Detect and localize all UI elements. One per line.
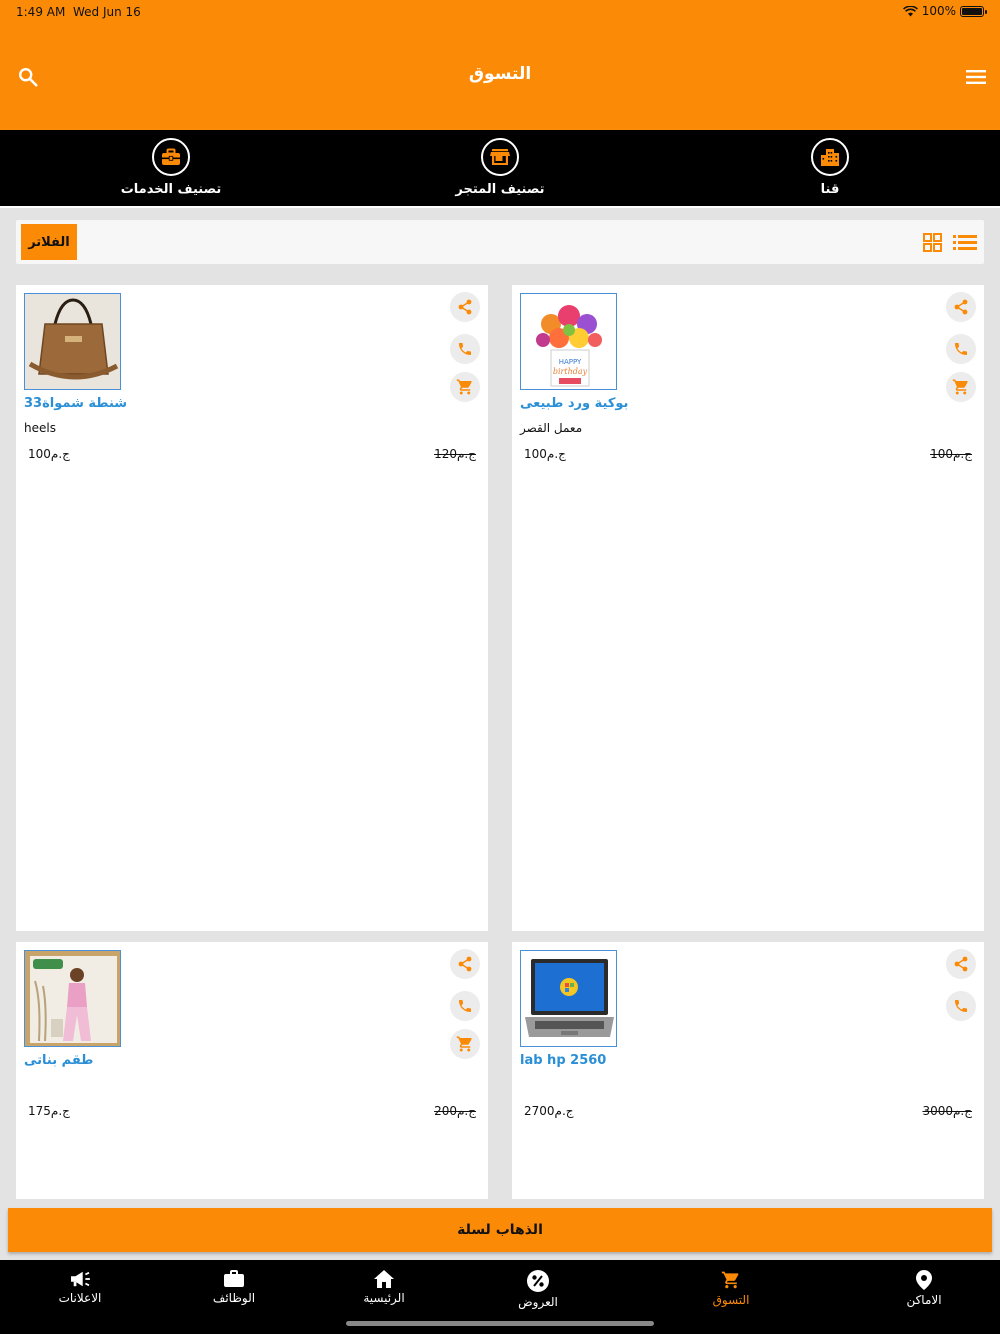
product-store: heels xyxy=(24,421,56,435)
add-to-cart-button[interactable] xyxy=(450,1029,480,1059)
product-card[interactable]: lab hp 2560 2700ج.م 3000ج.م xyxy=(512,942,984,1199)
location-pin-icon xyxy=(916,1270,932,1290)
product-image-laptop[interactable] xyxy=(520,950,617,1047)
product-name[interactable]: lab hp 2560 xyxy=(520,1053,606,1068)
category-label: تصنيف الخدمات xyxy=(120,182,222,197)
call-button[interactable] xyxy=(946,991,976,1021)
category-label: تصنيف المتجر xyxy=(455,182,545,197)
battery-percent: 100% xyxy=(921,4,956,18)
nav-jobs[interactable]: الوظائف xyxy=(174,1270,294,1305)
nav-offers[interactable]: العروض xyxy=(478,1270,598,1309)
product-image-bag[interactable] xyxy=(24,293,121,390)
store-icon xyxy=(481,138,519,176)
category-bar: تصنيف الخدمات تصنيف المتجر قنا xyxy=(0,130,1000,208)
phone-icon xyxy=(459,343,471,355)
call-button[interactable] xyxy=(450,991,480,1021)
home-indicator xyxy=(346,1321,654,1326)
toolbox-icon xyxy=(152,138,190,176)
share-button[interactable] xyxy=(450,949,480,979)
status-right: 100% xyxy=(902,4,987,18)
call-button[interactable] xyxy=(946,334,976,364)
product-old-price: 120ج.م xyxy=(434,447,476,461)
cart-icon xyxy=(456,1036,472,1052)
share-icon xyxy=(954,956,968,972)
product-price: 175ج.م xyxy=(28,1104,70,1118)
product-card[interactable]: شنطة شمواة33 heels 100ج.م 120ج.م xyxy=(16,285,488,931)
product-old-price: 100ج.م xyxy=(930,447,972,461)
call-button[interactable] xyxy=(450,334,480,364)
home-icon xyxy=(374,1270,394,1288)
list-view-icon[interactable] xyxy=(953,233,977,252)
category-store[interactable]: تصنيف المتجر xyxy=(390,138,610,197)
megaphone-icon xyxy=(71,1271,90,1287)
go-to-cart-button[interactable]: الذهاب لسلة xyxy=(8,1208,992,1252)
nav-ads[interactable]: الاعلانات xyxy=(20,1270,140,1305)
category-label: قنا xyxy=(820,182,840,197)
percent-icon xyxy=(527,1270,549,1292)
nav-label: الرئيسية xyxy=(363,1291,405,1305)
phone-icon xyxy=(955,1000,967,1012)
nav-label: التسوق xyxy=(712,1293,750,1307)
nav-shopping[interactable]: التسوق xyxy=(671,1270,791,1307)
share-button[interactable] xyxy=(946,292,976,322)
status-time: 1:49 AM xyxy=(16,5,66,19)
svg-text:birthday: birthday xyxy=(553,367,588,376)
product-old-price: 3000ج.م xyxy=(922,1104,972,1118)
battery-icon xyxy=(960,5,987,17)
product-name[interactable]: طقم بناتى xyxy=(24,1053,93,1068)
hamburger-menu-icon[interactable] xyxy=(966,69,986,85)
svg-text:HAPPY: HAPPY xyxy=(559,358,582,366)
nav-label: الاماكن xyxy=(906,1293,942,1307)
nav-places[interactable]: الاماكن xyxy=(864,1270,984,1307)
page-title: التسوق xyxy=(468,64,532,84)
product-name[interactable]: بوكية ورد طبيعى xyxy=(520,396,628,411)
product-price: 100ج.م xyxy=(28,447,70,461)
product-price: 2700ج.م xyxy=(524,1104,574,1118)
phone-icon xyxy=(459,1000,471,1012)
add-to-cart-button[interactable] xyxy=(946,372,976,402)
filters-button[interactable]: الفلاتر xyxy=(21,224,77,260)
category-city[interactable]: قنا xyxy=(720,138,940,197)
share-button[interactable] xyxy=(450,292,480,322)
nav-label: العروض xyxy=(518,1295,558,1309)
grid-view-icon[interactable] xyxy=(923,233,942,252)
nav-label: الاعلانات xyxy=(58,1291,102,1305)
wifi-icon xyxy=(902,5,918,16)
product-image-outfit[interactable] xyxy=(24,950,121,1047)
share-button[interactable] xyxy=(946,949,976,979)
phone-icon xyxy=(955,343,967,355)
city-icon xyxy=(811,138,849,176)
status-bar: 1:49 AM Wed Jun 16 100% xyxy=(0,0,1000,24)
product-store: معمل القصر xyxy=(520,421,583,435)
briefcase-icon xyxy=(224,1270,244,1287)
cart-icon xyxy=(456,379,472,395)
product-price: 100ج.م xyxy=(524,447,566,461)
cart-icon xyxy=(952,379,968,395)
app-header: 1:49 AM Wed Jun 16 100% التسوق xyxy=(0,0,1000,130)
product-image-flowers[interactable]: HAPPY birthday xyxy=(520,293,617,390)
filter-bar: الفلاتر xyxy=(16,220,984,264)
share-icon xyxy=(458,299,472,315)
product-card[interactable]: HAPPY birthday بوكية ورد طبيعى معمل القصر… xyxy=(512,285,984,931)
cart-icon xyxy=(721,1271,739,1289)
category-services[interactable]: تصنيف الخدمات xyxy=(61,138,281,197)
product-old-price: 200ج.م xyxy=(434,1104,476,1118)
nav-home[interactable]: الرئيسية xyxy=(324,1270,444,1305)
add-to-cart-button[interactable] xyxy=(450,372,480,402)
status-date: Wed Jun 16 xyxy=(73,5,141,19)
share-icon xyxy=(458,956,472,972)
nav-label: الوظائف xyxy=(212,1291,256,1305)
product-name[interactable]: شنطة شمواة33 xyxy=(24,396,127,411)
product-card[interactable]: طقم بناتى 175ج.م 200ج.م xyxy=(16,942,488,1199)
share-icon xyxy=(954,299,968,315)
